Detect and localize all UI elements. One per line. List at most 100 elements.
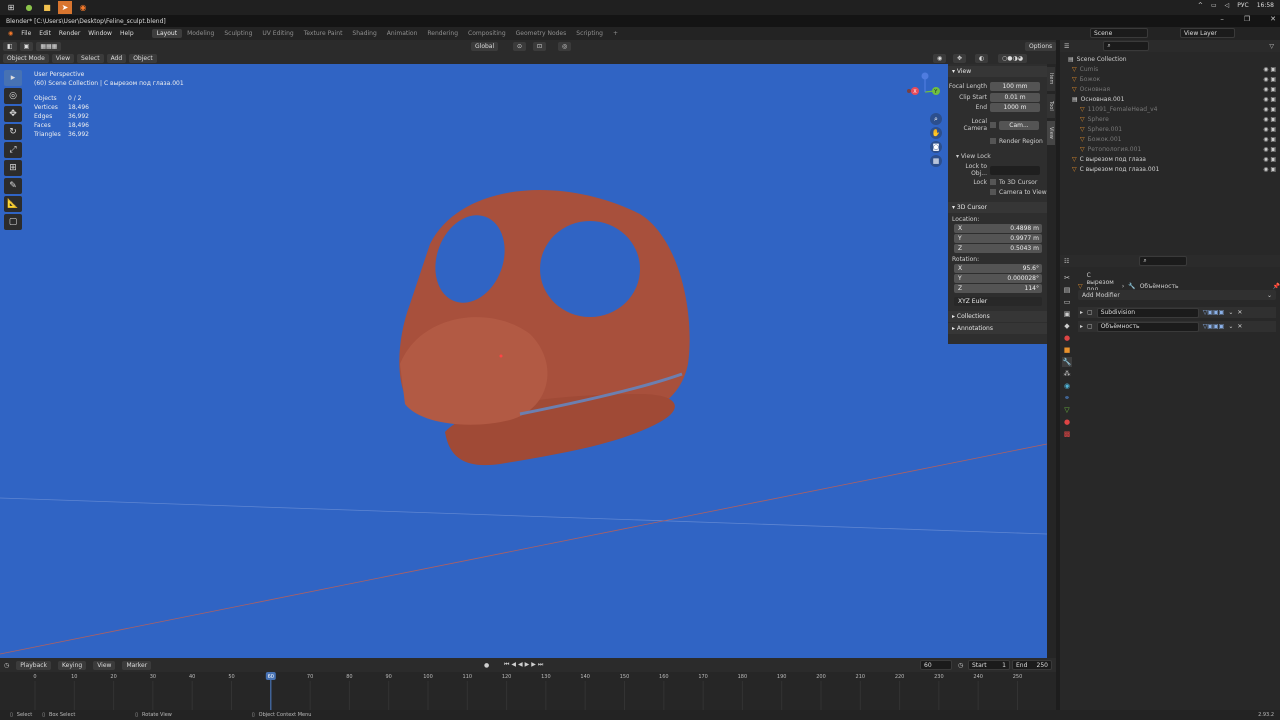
view-layer-field[interactable]: View Layer xyxy=(1180,28,1235,38)
menu-file[interactable]: File xyxy=(17,30,35,37)
transform-icon[interactable]: ⊞ xyxy=(4,160,22,176)
menu-marker[interactable]: Marker xyxy=(122,660,152,670)
telegram-icon[interactable]: ➤ xyxy=(58,1,72,14)
view-lock-header[interactable]: ▾ View Lock xyxy=(948,151,1047,161)
menu-view[interactable]: View xyxy=(51,53,75,63)
clock[interactable]: 16:58 xyxy=(1257,2,1274,9)
cursor-loc-y-field[interactable]: Y 0.9977 m xyxy=(954,233,1042,243)
visibility-toggles-icon[interactable]: ◉ ▣ xyxy=(1263,166,1276,173)
tab-scripting[interactable]: Scripting xyxy=(571,29,608,38)
ortho-grid-icon[interactable]: ▦ xyxy=(930,155,942,167)
add-modifier-dropdown[interactable]: Add Modifier ⌄ xyxy=(1078,290,1276,300)
scene-tab-icon[interactable]: ◆ xyxy=(1062,321,1072,331)
rotation-mode-dropdown[interactable]: XYZ Euler xyxy=(954,296,1042,306)
material-tab-icon[interactable]: ● xyxy=(1062,417,1072,427)
record-icon[interactable]: ● xyxy=(484,662,489,669)
visibility-toggles-icon[interactable]: ◉ ▣ xyxy=(1263,76,1276,83)
clock-icon[interactable]: ◷ xyxy=(958,662,963,669)
view-layer-tab-icon[interactable]: ▣ xyxy=(1062,309,1072,319)
modifier-solidify[interactable]: ▸ ▢ Объёмность ▽▣▣▣ ⌄ ✕ xyxy=(1078,321,1276,332)
menu-timeline-view[interactable]: View xyxy=(93,660,116,670)
render-tab-icon[interactable]: ▤ xyxy=(1062,285,1072,295)
windows-start-icon[interactable]: ⊞ xyxy=(4,1,18,14)
blender-menu-icon[interactable]: ◉ xyxy=(4,30,17,37)
to-cursor-checkbox[interactable] xyxy=(990,179,996,185)
options-button[interactable]: Options xyxy=(1025,41,1057,51)
outliner-root[interactable]: ▤ Scene Collection xyxy=(1060,54,1280,64)
filter-icon[interactable]: ▽ xyxy=(1269,43,1274,50)
tab-geometry-nodes[interactable]: Geometry Nodes xyxy=(511,29,572,38)
view-section-header[interactable]: ▾ View xyxy=(948,66,1047,77)
snap-icon[interactable]: ⊡ xyxy=(533,41,547,51)
output-tab-icon[interactable]: ▭ xyxy=(1062,297,1072,307)
select-box-icon[interactable]: ▸ xyxy=(4,70,22,86)
mode-dropdown[interactable]: Object Mode xyxy=(3,53,49,63)
annotate-icon[interactable]: ✎ xyxy=(4,178,22,194)
overlay-toggle-icon[interactable]: ◐ xyxy=(975,53,989,63)
modifier-subdivision[interactable]: ▸ ▢ Subdivision ▽▣▣▣ ⌄ ✕ xyxy=(1078,307,1276,318)
local-camera-checkbox[interactable] xyxy=(990,122,996,128)
world-tab-icon[interactable]: ● xyxy=(1062,333,1072,343)
modifier-tab-icon[interactable]: 🔧 xyxy=(1062,357,1072,367)
minimize-icon[interactable]: – xyxy=(1220,15,1224,23)
cursor-section-header[interactable]: ▾ 3D Cursor xyxy=(948,202,1047,213)
3d-viewport[interactable] xyxy=(0,64,1047,658)
outliner-item[interactable]: ▽ С вырезом под глаза ◉ ▣ xyxy=(1060,154,1280,164)
scale-icon[interactable]: ⤢ xyxy=(4,142,22,158)
transform-orientation[interactable]: Global xyxy=(471,41,499,51)
tab-sculpting[interactable]: Sculpting xyxy=(219,29,257,38)
tab-tool[interactable]: Tool xyxy=(1047,94,1055,118)
outliner-item[interactable]: ▽ Sphere ◉ ▣ xyxy=(1060,114,1280,124)
start-frame-field[interactable]: Start 1 xyxy=(968,660,1010,670)
tab-uv-editing[interactable]: UV Editing xyxy=(257,29,298,38)
local-camera-field[interactable]: Cam... xyxy=(999,120,1039,130)
zoom-icon[interactable]: ⌕ xyxy=(930,113,942,125)
outliner-item[interactable]: ▽ Cumis ◉ ▣ xyxy=(1060,64,1280,74)
tab-shading[interactable]: Shading xyxy=(347,29,381,38)
visibility-toggles-icon[interactable]: ◉ ▣ xyxy=(1263,136,1276,143)
outliner-item[interactable]: ▽ 11091_FemaleHead_v4 ◉ ▣ xyxy=(1060,104,1280,114)
tab-texture-paint[interactable]: Texture Paint xyxy=(299,29,348,38)
add-cube-icon[interactable]: ▢ xyxy=(4,214,22,230)
move-icon[interactable]: ✥ xyxy=(4,106,22,122)
visibility-toggles-icon[interactable]: ◉ ▣ xyxy=(1263,66,1276,73)
visibility-toggles-icon[interactable]: ◉ ▣ xyxy=(1263,86,1276,93)
add-workspace-icon[interactable]: + xyxy=(608,29,623,38)
cursor-rot-y-field[interactable]: Y 0.000028° xyxy=(954,273,1042,283)
data-tab-icon[interactable]: ▽ xyxy=(1062,405,1072,415)
menu-window[interactable]: Window xyxy=(84,30,116,37)
constraints-tab-icon[interactable]: ⚭ xyxy=(1062,393,1072,403)
menu-help[interactable]: Help xyxy=(116,30,138,37)
tab-animation[interactable]: Animation xyxy=(382,29,423,38)
render-region-row[interactable]: Render Region xyxy=(948,136,1047,146)
menu-object[interactable]: Object xyxy=(129,53,157,63)
maximize-icon[interactable]: ❐ xyxy=(1244,15,1250,23)
outliner-item[interactable]: ▽ Sphere.001 ◉ ▣ xyxy=(1060,124,1280,134)
camera-icon[interactable]: ◙ xyxy=(930,141,942,153)
selection-set-icon[interactable]: ▦▦▦ xyxy=(36,41,62,51)
clip-start-field[interactable]: 0.01 m xyxy=(990,92,1040,102)
end-frame-field[interactable]: End 250 xyxy=(1012,660,1052,670)
camera-to-view-checkbox[interactable] xyxy=(990,189,996,195)
folder-icon[interactable]: ■ xyxy=(40,1,54,14)
tab-item[interactable]: Item xyxy=(1047,67,1055,91)
cursor-icon[interactable]: ◎ xyxy=(4,88,22,104)
particles-tab-icon[interactable]: ⁂ xyxy=(1062,369,1072,379)
outliner-item[interactable]: ▽ Основная ◉ ▣ xyxy=(1060,84,1280,94)
rotate-icon[interactable]: ↻ xyxy=(4,124,22,140)
close-icon[interactable]: ✕ xyxy=(1270,15,1276,23)
render-region-checkbox[interactable] xyxy=(990,138,996,144)
visibility-toggles-icon[interactable]: ◉ ▣ xyxy=(1263,96,1276,103)
cursor-rot-x-field[interactable]: X 95.6° xyxy=(954,263,1042,273)
visibility-toggles-icon[interactable]: ◉ ▣ xyxy=(1263,156,1276,163)
menu-edit[interactable]: Edit xyxy=(35,30,55,37)
timeline-track[interactable]: 0 10 20 30 40 50 60 70 80 90 100 110 120 130 140 150 160… xyxy=(0,672,1056,710)
blender-icon[interactable]: ◉ xyxy=(76,1,90,14)
navigation-gizmo[interactable]: X Y xyxy=(905,72,945,112)
modifier-name-field[interactable]: Subdivision xyxy=(1096,307,1199,318)
outliner-item[interactable]: ▤ Основная.001 ◉ ▣ xyxy=(1060,94,1280,104)
visibility-toggles-icon[interactable]: ◉ ▣ xyxy=(1263,106,1276,113)
modifier-name-field[interactable]: Объёмность xyxy=(1096,321,1199,332)
remove-modifier-icon[interactable]: ✕ xyxy=(1237,309,1242,316)
lock-object-field[interactable] xyxy=(990,165,1040,175)
